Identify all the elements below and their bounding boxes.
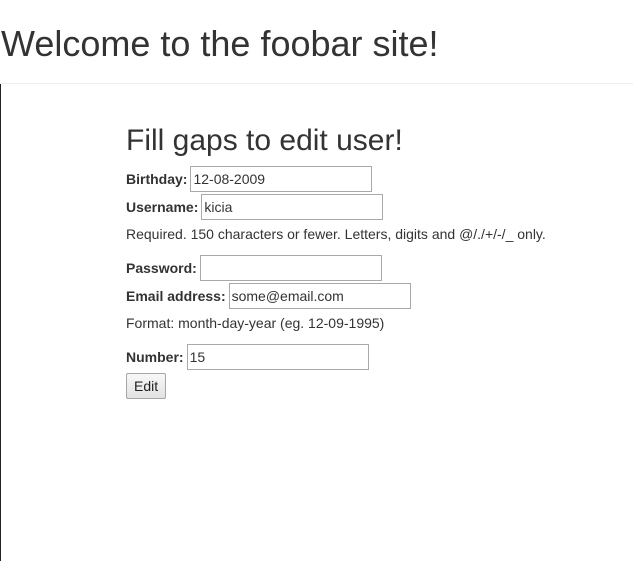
username-input[interactable]	[201, 194, 384, 220]
password-input[interactable]	[199, 255, 382, 281]
username-label: Username:	[126, 199, 199, 215]
password-row: Password:	[126, 254, 606, 282]
form-heading: Fill gaps to edit user!	[126, 124, 403, 157]
site-title: Welcome to the foobar site!	[1, 23, 439, 64]
password-label: Password:	[126, 260, 197, 276]
number-row: Number:	[126, 343, 606, 371]
number-label: Number:	[126, 349, 184, 365]
birthday-label: Birthday:	[126, 171, 188, 187]
birthday-input[interactable]	[190, 166, 373, 192]
birthday-row: Birthday:	[126, 165, 606, 193]
number-input[interactable]	[186, 344, 369, 370]
email-input[interactable]	[228, 283, 411, 309]
edit-button[interactable]: Edit	[126, 373, 167, 399]
username-row: Username:	[126, 193, 606, 221]
date-format-help-text: Format: month-day-year (eg. 12-09-1995)	[126, 315, 385, 331]
left-border	[0, 84, 1, 561]
email-row: Email address:	[126, 282, 606, 310]
email-label: Email address:	[126, 288, 226, 304]
page: Welcome to the foobar site! Fill gaps to…	[0, 0, 633, 561]
edit-user-form: Fill gaps to edit user! Birthday: Userna…	[126, 122, 606, 399]
site-header: Welcome to the foobar site!	[0, 0, 633, 84]
username-help-text: Required. 150 characters or fewer. Lette…	[126, 226, 546, 242]
